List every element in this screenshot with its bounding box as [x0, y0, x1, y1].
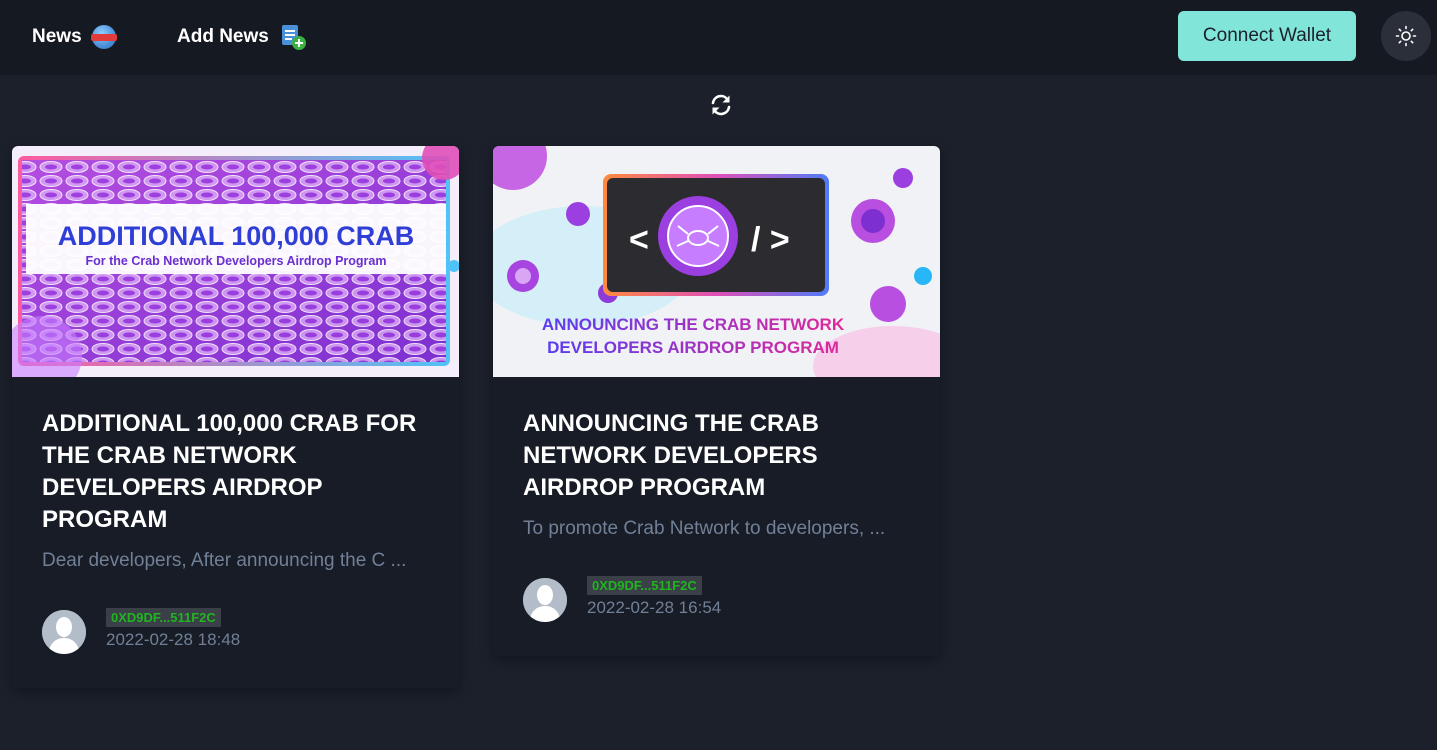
code-open-glyph: < — [629, 221, 649, 259]
user-silhouette-icon — [42, 610, 86, 654]
news-card-author: 0XD9DF...511F2C 2022-02-28 16:54 — [523, 576, 721, 622]
user-silhouette-icon — [523, 578, 567, 622]
banner-line-1: ANNOUNCING THE CRAB NETWORK — [542, 315, 845, 334]
news-card-title[interactable]: ANNOUNCING THE CRAB NETWORK DEVELOPERS A… — [523, 408, 918, 504]
author-meta: 0XD9DF...511F2C 2022-02-28 18:48 — [106, 608, 240, 650]
news-card[interactable]: ADDITIONAL 100,000 CRAB For the Crab Net… — [12, 146, 459, 688]
crab-developers-banner-image: < / > ANNOUNCING THE CRAB NETWORK DEVELO… — [493, 146, 940, 377]
nav-link-add-news[interactable]: Add News — [177, 22, 307, 52]
publish-timestamp: 2022-02-28 18:48 — [106, 630, 241, 649]
news-globe-icon — [90, 25, 117, 49]
news-card-image[interactable]: ADDITIONAL 100,000 CRAB For the Crab Net… — [12, 146, 459, 377]
theme-toggle-button[interactable] — [1381, 11, 1431, 61]
news-card-title[interactable]: ADDITIONAL 100,000 CRAB FOR THE CRAB NET… — [42, 408, 437, 536]
avatar — [523, 578, 567, 622]
refresh-icon — [711, 94, 731, 116]
nav-link-news[interactable]: News — [32, 22, 117, 52]
news-card[interactable]: < / > ANNOUNCING THE CRAB NETWORK DEVELO… — [493, 146, 940, 656]
banner-subline: For the Crab Network Developers Airdrop … — [86, 254, 387, 268]
wallet-address-badge[interactable]: 0XD9DF...511F2C — [587, 576, 702, 595]
connect-wallet-button[interactable]: Connect Wallet — [1178, 11, 1356, 61]
sun-icon — [1395, 25, 1417, 47]
crab-airdrop-banner-image: ADDITIONAL 100,000 CRAB For the Crab Net… — [12, 146, 459, 377]
news-card-author: 0XD9DF...511F2C 2022-02-28 18:48 — [42, 608, 240, 654]
refresh-button[interactable] — [708, 92, 734, 118]
add-document-icon — [281, 25, 306, 50]
author-meta: 0XD9DF...511F2C 2022-02-28 16:54 — [587, 576, 721, 618]
nav-add-news-label: Add News — [177, 26, 269, 47]
top-navigation-bar: News Add News Connect Wallet — [0, 0, 1437, 75]
nav-news-label: News — [32, 26, 82, 47]
banner-headline: ADDITIONAL 100,000 CRAB — [58, 221, 415, 251]
news-card-image[interactable]: < / > ANNOUNCING THE CRAB NETWORK DEVELO… — [493, 146, 940, 377]
news-card-description: To promote Crab Network to developers, .… — [523, 518, 886, 539]
code-close-glyph: / > — [751, 221, 790, 259]
banner-line-2: DEVELOPERS AIRDROP PROGRAM — [547, 338, 839, 357]
avatar — [42, 610, 86, 654]
publish-timestamp: 2022-02-28 16:54 — [587, 598, 722, 617]
wallet-address-badge[interactable]: 0XD9DF...511F2C — [106, 608, 221, 627]
news-card-description: Dear developers, After announcing the C … — [42, 550, 407, 571]
